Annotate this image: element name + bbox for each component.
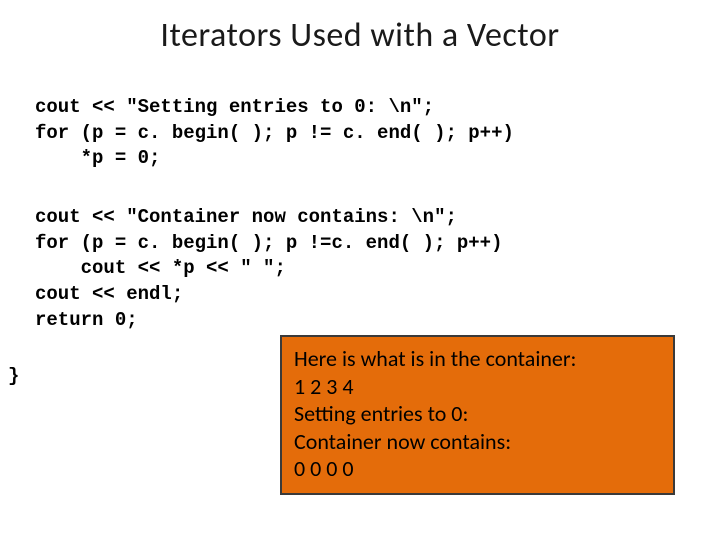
output-line: 0 0 0 0 xyxy=(294,455,354,482)
code-snippet-2: cout << "Container now contains: \n"; fo… xyxy=(35,205,502,333)
program-output-box: Here is what is in the container: 1 2 3 … xyxy=(280,335,675,495)
slide-title: Iterators Used with a Vector xyxy=(0,15,720,56)
output-line: Container now contains: xyxy=(294,428,511,455)
code-closing-brace: } xyxy=(8,365,19,387)
output-line: Setting entries to 0: xyxy=(294,400,468,427)
slide: Iterators Used with a Vector cout << "Se… xyxy=(0,0,720,540)
output-line: 1 2 3 4 xyxy=(294,373,354,400)
code-snippet-1: cout << "Setting entries to 0: \n"; for … xyxy=(35,95,514,172)
output-line: Here is what is in the container: xyxy=(294,345,576,372)
